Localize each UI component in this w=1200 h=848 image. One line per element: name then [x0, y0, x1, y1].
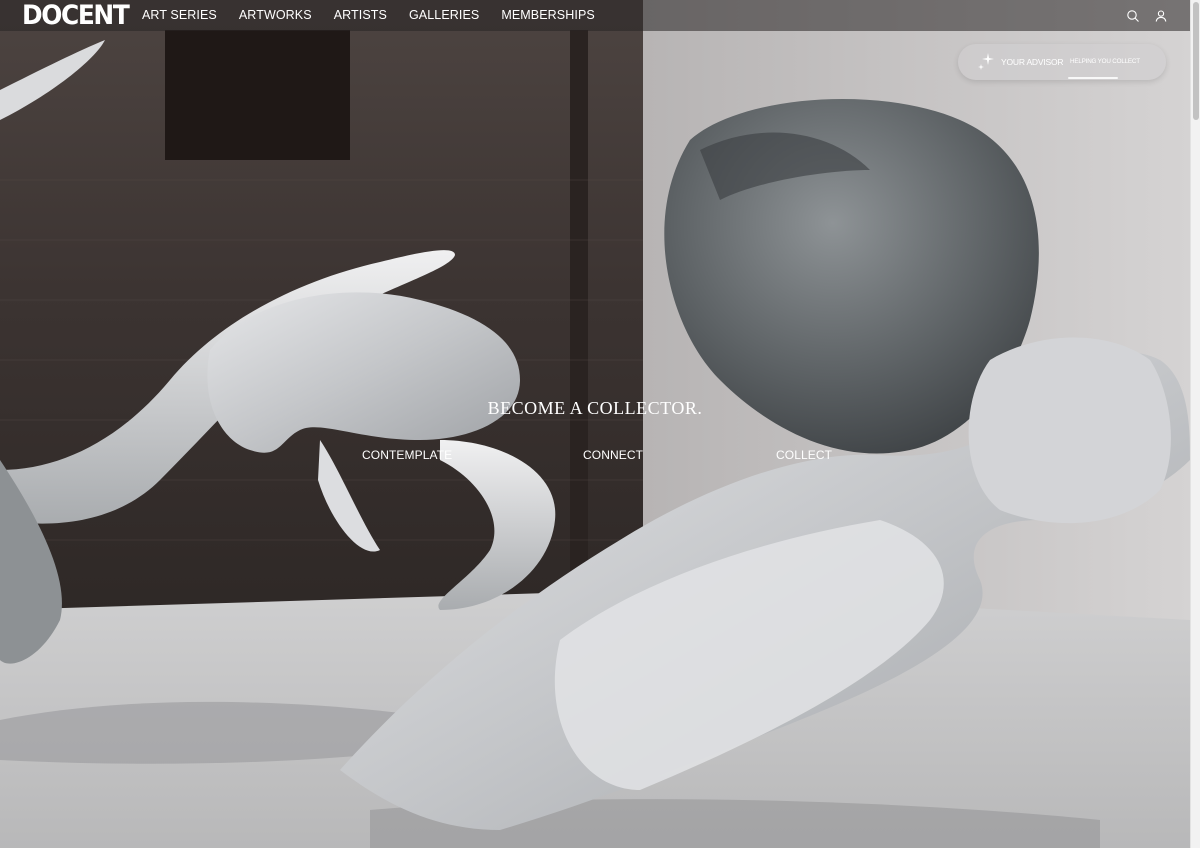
advisor-underline — [1068, 77, 1118, 79]
hero-headline: BECOME A COLLECTOR. — [487, 398, 703, 418]
hero-link-contemplate[interactable]: CONTEMPLATE — [362, 448, 452, 462]
your-advisor-button[interactable]: YOUR ADVISOR HELPING YOU COLLECT — [958, 44, 1166, 80]
nav-item-memberships[interactable]: MEMBERSHIPS — [501, 8, 594, 22]
nav-item-art-series[interactable]: ART SERIES — [142, 8, 217, 22]
nav-item-galleries[interactable]: GALLERIES — [409, 8, 479, 22]
docent-logo[interactable]: DOCENT — [22, 2, 130, 29]
sparkle-icon — [978, 53, 994, 70]
scrollbar-thumb[interactable] — [1193, 2, 1199, 120]
hero-link-collect[interactable]: COLLECT — [776, 448, 832, 462]
hero-background-image — [0, 0, 1190, 848]
top-right-icons — [1126, 9, 1168, 23]
advisor-sub-label: HELPING YOU COLLECT — [1070, 58, 1140, 65]
hero-link-connect[interactable]: CONNECT — [583, 448, 643, 462]
page: DOCENT ART SERIES ARTWORKS ARTISTS GALLE… — [0, 0, 1200, 848]
search-icon[interactable] — [1126, 9, 1140, 23]
main-nav: ART SERIES ARTWORKS ARTISTS GALLERIES ME… — [142, 8, 617, 22]
vertical-scrollbar[interactable] — [1190, 0, 1200, 848]
nav-item-artists[interactable]: ARTISTS — [334, 8, 387, 22]
advisor-label: YOUR ADVISOR — [1001, 57, 1064, 67]
user-icon[interactable] — [1154, 9, 1168, 23]
nav-item-artworks[interactable]: ARTWORKS — [239, 8, 312, 22]
top-navigation-bar: DOCENT ART SERIES ARTWORKS ARTISTS GALLE… — [0, 0, 1190, 31]
